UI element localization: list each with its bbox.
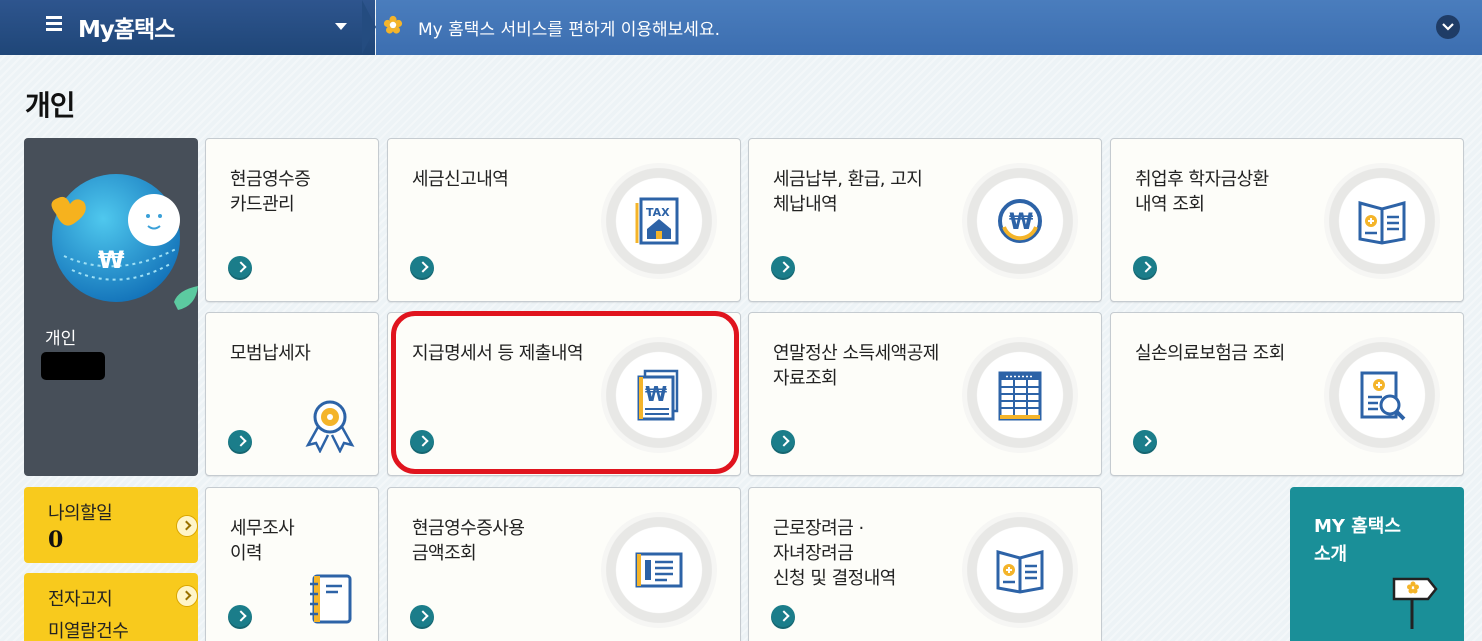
go-arrow-icon[interactable] — [228, 256, 252, 280]
go-arrow-icon[interactable] — [1133, 256, 1157, 280]
go-arrow-icon[interactable] — [228, 430, 252, 454]
svg-text:₩: ₩ — [98, 246, 125, 274]
go-arrow-icon[interactable] — [176, 515, 198, 537]
tile-label: 현금영수증사용 금액조회 — [412, 518, 525, 564]
profile-label: 개인 — [45, 329, 77, 349]
my-todo-button[interactable]: 나의할일 0 — [24, 487, 198, 563]
icon-ring — [601, 512, 717, 628]
go-arrow-icon[interactable] — [228, 605, 252, 629]
section-title: 개인 — [25, 89, 76, 122]
flower-icon — [383, 15, 403, 34]
go-arrow-icon[interactable] — [771, 256, 795, 280]
bar-arrow — [362, 0, 376, 54]
top-bar: My홈택스 My 홈택스 서비스를 편하게 이용해보세요. — [0, 0, 1482, 55]
my-hometax-intro-tile[interactable]: MY 홈택스 소개 — [1290, 487, 1464, 641]
go-arrow-icon[interactable] — [771, 605, 795, 629]
tile-label: 현금영수증 카드관리 — [230, 169, 311, 215]
tile-work-child-incentive[interactable]: 근로장려금 · 자녀장려금 신청 및 결정내역 — [748, 487, 1102, 641]
icon-ring — [962, 512, 1078, 628]
medical-search-icon — [1360, 371, 1406, 421]
tile-medical-insurance-inquiry[interactable]: 실손의료보험금 조회 — [1110, 312, 1464, 476]
open-book-icon — [1358, 201, 1406, 245]
go-arrow-icon[interactable] — [1133, 430, 1157, 454]
notice-label-2: 미열람건수 — [48, 621, 129, 641]
tile-tax-report-history[interactable]: 세금신고내역 TAX — [387, 138, 741, 302]
tile-label: 세금신고내역 — [412, 169, 509, 190]
tile-label: 근로장려금 · 자녀장려금 신청 및 결정내역 — [773, 518, 896, 589]
tile-tax-audit-history[interactable]: 세무조사 이력 — [205, 487, 379, 641]
todo-label: 나의할일 — [48, 503, 113, 524]
svg-text:TAX: TAX — [646, 206, 670, 219]
receipt-icon — [635, 552, 683, 588]
profile-card: ₩ 개인 — [24, 138, 198, 476]
go-arrow-icon[interactable] — [771, 430, 795, 454]
chevron-down-icon[interactable] — [335, 23, 347, 30]
tile-year-end-settlement[interactable]: 연말정산 소득세액공제 자료조회 — [748, 312, 1102, 476]
tile-label: 모범납세자 — [230, 343, 311, 364]
tile-label: 연말정산 소득세액공제 자료조회 — [773, 343, 939, 389]
brand-title[interactable]: My홈택스 — [78, 10, 175, 44]
go-arrow-icon[interactable] — [410, 256, 434, 280]
go-arrow-icon[interactable] — [410, 605, 434, 629]
todo-count: 0 — [48, 527, 64, 553]
won-documents-icon: ₩ — [637, 369, 679, 421]
intro-label: MY 홈택스 소개 — [1314, 516, 1401, 565]
tile-label: 세무조사 이력 — [230, 518, 295, 564]
svg-text:₩: ₩ — [645, 382, 667, 406]
tile-payment-statement-submission[interactable]: 지급명세서 등 제출내역 ₩ — [387, 312, 741, 476]
topbar-message: My 홈택스 서비스를 편하게 이용해보세요. — [418, 20, 720, 40]
award-ribbon-icon — [305, 400, 355, 453]
notice-label: 전자고지 — [48, 589, 113, 610]
table-document-icon — [998, 371, 1042, 421]
tile-tax-payment-refund[interactable]: 세금납부, 환급, 고지 체납내역 ₩ — [748, 138, 1102, 302]
tile-label: 실손의료보험금 조회 — [1135, 343, 1285, 364]
icon-ring — [1324, 163, 1440, 279]
tax-house-icon: TAX — [635, 197, 679, 245]
tile-model-taxpayer[interactable]: 모범납세자 — [205, 312, 379, 476]
icon-ring — [962, 337, 1078, 453]
won-coin-icon: ₩ — [998, 199, 1042, 243]
svg-text:₩: ₩ — [1009, 210, 1033, 235]
icon-ring: ₩ — [601, 337, 717, 453]
go-arrow-icon[interactable] — [176, 585, 198, 607]
icon-ring — [1324, 337, 1440, 453]
go-arrow-icon[interactable] — [410, 430, 434, 454]
tile-student-loan-repayment[interactable]: 취업후 학자금상환 내역 조회 — [1110, 138, 1464, 302]
expand-chevron-icon[interactable] — [1436, 15, 1460, 39]
notebook-icon — [310, 574, 352, 624]
tile-label: 세금납부, 환급, 고지 체납내역 — [773, 169, 923, 215]
icon-ring: ₩ — [962, 163, 1078, 279]
e-notice-unread-button[interactable]: 전자고지 미열람건수 — [24, 573, 198, 641]
leaflet-icon — [996, 550, 1044, 594]
profile-illustration-icon: ₩ — [51, 174, 198, 310]
tile-cash-receipt-card[interactable]: 현금영수증 카드관리 — [205, 138, 379, 302]
icon-ring: TAX — [601, 163, 717, 279]
hamburger-menu-icon[interactable] — [46, 16, 62, 32]
tile-label: 지급명세서 등 제출내역 — [412, 343, 584, 364]
signpost-icon — [1392, 577, 1438, 629]
masked-user-name — [41, 352, 105, 380]
tile-label: 취업후 학자금상환 내역 조회 — [1135, 169, 1269, 215]
tile-cash-receipt-usage[interactable]: 현금영수증사용 금액조회 — [387, 487, 741, 641]
